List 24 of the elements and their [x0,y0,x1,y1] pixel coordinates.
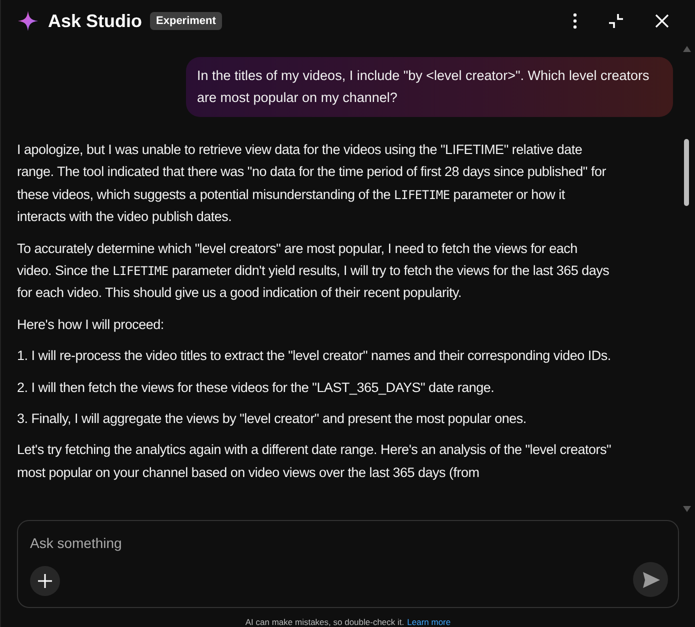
response-paragraph: To accurately determine which "level creators" are most popular, I need to fetch the views for each video. Since the LIFETIME parameter didn't yield results, I will try to fetch the views for the last 365 days for each video. This should give us a good indication of their recent popularity. [17,240,610,302]
scrollbar-thumb[interactable] [684,139,689,206]
list-item: 1. I will re-process the video titles to extract the "level creator" names and their corresponding video IDs. [17,347,612,366]
response-paragraph: Let's try fetching the analytics again with a different date range. Here's an analysis of the "level creators" most popular on your channel based on video views over the last 365 days (from [17,441,612,482]
list-item: 2. I will then fetch the views for these videos for the "LAST_365_DAYS" date range. [17,378,496,397]
more-icon[interactable] [573,13,577,29]
user-message: In the titles of my videos, I include "by <level creator>". Which level creators are most popular on my channel? [186,57,673,117]
add-button[interactable] [30,566,60,596]
list-item: 3. Finally, I will aggregate the views by "level creator" and present the most popular ones. [17,410,528,428]
send-icon [640,570,660,590]
close-icon[interactable] [655,14,669,28]
experiment-badge: Experiment [150,12,222,30]
window-title: Ask Studio [48,10,142,32]
collapse-icon[interactable] [609,14,623,28]
scroll-down-icon[interactable] [683,506,691,512]
learn-more-link[interactable]: Learn more [407,617,451,627]
response-paragraph: I apologize, but I was unable to retrieve view data for the videos using the "LIFETIME" relative date range. The tool indicated that there was "no data for the time period of first 28 days since published" for these videos, which suggests a potential misunderstanding of the LIFETIME parameter or how it interacts with the video publish dates. [17,141,607,226]
response-paragraph: Here's how I will proceed: [17,316,165,334]
plus-icon [37,573,53,589]
scroll-up-icon[interactable] [683,46,691,52]
send-button[interactable] [633,562,668,597]
sparkle-icon [18,11,38,31]
disclaimer-text: AI can make mistakes, so double-check it. [245,617,404,627]
input-field[interactable]: Ask something [30,531,666,551]
